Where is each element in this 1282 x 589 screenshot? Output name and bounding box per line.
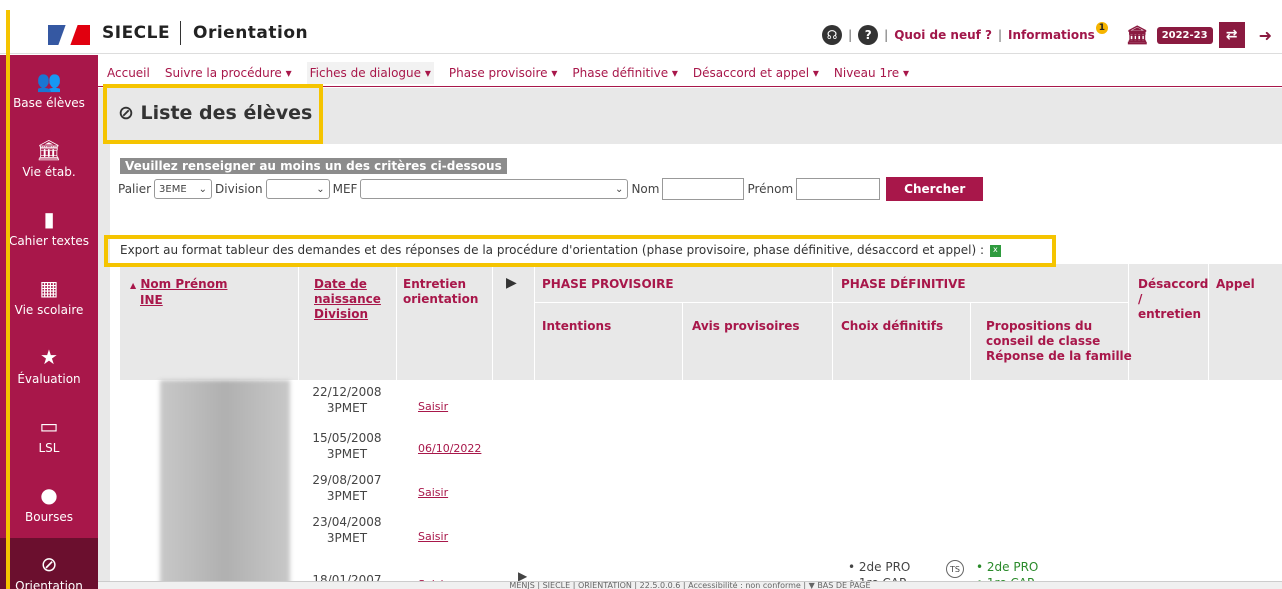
app-name: SIECLE — [102, 23, 171, 43]
sidebar: 👥 Base élèves 🏛 Vie étab. ▮ Cahier texte… — [0, 55, 98, 589]
sidebar-item-evaluation[interactable]: ★ Évaluation — [0, 331, 98, 400]
users-icon: 👥 — [36, 68, 62, 93]
institution-icon: 🏛 — [36, 137, 62, 162]
prenom-label: Prénom — [747, 182, 794, 196]
sidebar-item-orientation[interactable]: ⊘ Orientation — [0, 538, 98, 589]
header-phase-provisoire: PHASE PROVISOIRE — [542, 277, 674, 291]
entretien-link[interactable]: Saisir — [418, 486, 448, 499]
sort-nom-prenom[interactable]: ▲ Nom Prénom INE — [130, 277, 227, 308]
institution-icon[interactable]: 🏛 — [1126, 25, 1149, 46]
compass-icon: ⊘ — [40, 551, 58, 576]
ts-badge: TS — [946, 560, 964, 578]
sort-date-naissance[interactable]: Date de naissance Division — [314, 277, 381, 322]
entretien-link[interactable]: Saisir — [418, 400, 448, 413]
sidebar-item-base-eleves[interactable]: 👥 Base élèves — [0, 55, 98, 124]
chevron-down-icon: ⌄ — [615, 183, 624, 195]
palier-label: Palier — [118, 182, 152, 196]
table-row: 15/05/2008 3PMET — [312, 431, 382, 461]
help-icon[interactable]: ? — [858, 25, 879, 45]
logout-icon[interactable]: ➜ — [1259, 26, 1272, 45]
open-book-icon: ▭ — [39, 413, 59, 438]
nav-accueil[interactable]: Accueil — [107, 66, 150, 80]
calendar-icon: ▦ — [39, 275, 59, 300]
content-panel: Veuillez renseigner au moins un des crit… — [110, 144, 1282, 589]
nom-input[interactable] — [662, 178, 745, 200]
header-intentions: Intentions — [542, 319, 612, 333]
header-avis-provisoires: Avis provisoires — [692, 319, 800, 333]
entretien-link[interactable]: Saisir — [418, 530, 448, 543]
table-header: ▲ Nom Prénom INE Date de naissance Divis… — [120, 264, 1282, 380]
search-button[interactable]: Chercher — [886, 177, 984, 201]
table-body: 22/12/2008 3PMET Saisir 15/05/2008 3PMET… — [120, 380, 1282, 589]
header-phase-definitive: PHASE DÉFINITIVE — [841, 277, 966, 291]
main-content: ⊘ Liste des élèves Veuillez renseigner a… — [98, 88, 1282, 589]
main-nav: Accueil Suivre la procédure ▾ Fiches de … — [98, 60, 1282, 87]
mef-select[interactable]: ⌄ — [360, 179, 629, 199]
app-module: Orientation — [193, 23, 309, 43]
notification-badge: 1 — [1095, 22, 1108, 34]
division-label: Division — [215, 182, 263, 196]
criteria-legend: Veuillez renseigner au moins un des crit… — [120, 158, 507, 174]
top-right-toolbar: ☊ | ? | Quoi de neuf ? | Informations 1 … — [822, 22, 1282, 48]
informations-link[interactable]: Informations — [1008, 28, 1095, 42]
book-icon: ▮ — [43, 206, 55, 231]
sidebar-item-bourses[interactable]: ● Bourses — [0, 469, 98, 538]
table-row: 22/12/2008 3PMET — [312, 385, 382, 415]
nav-fiches-dialogue[interactable]: Fiches de dialogue ▾ — [306, 62, 434, 84]
blurred-names — [160, 380, 290, 589]
prenom-input[interactable] — [796, 178, 881, 200]
purse-icon: ● — [40, 482, 58, 507]
nav-phase-provisoire[interactable]: Phase provisoire ▾ — [449, 66, 558, 80]
palier-select[interactable]: 3EME ⌄ — [154, 179, 213, 199]
nom-label: Nom — [631, 182, 660, 196]
footer: MENJS | SIECLE | ORIENTATION | 22.5.0.0.… — [98, 581, 1282, 589]
header-propositions: Propositions du conseil de classe Répons… — [986, 319, 1132, 363]
search-criteria: Palier 3EME ⌄ Division ⌄ MEF ⌄ Nom Prénom… — [118, 177, 984, 201]
whats-new-link[interactable]: Quoi de neuf ? — [894, 28, 992, 42]
nav-niveau-1re[interactable]: Niveau 1re ▾ — [834, 66, 909, 80]
entretien-link[interactable]: 06/10/2022 — [418, 442, 481, 455]
marianne-logo — [48, 25, 90, 45]
proposition-item: • 2de PRO — [976, 560, 1039, 574]
star-icon: ★ — [40, 344, 58, 369]
header-entretien: Entretien orientation — [403, 277, 479, 306]
sidebar-item-vie-scolaire[interactable]: ▦ Vie scolaire — [0, 262, 98, 331]
chevron-down-icon: ⌄ — [316, 183, 325, 195]
header-choix-definitifs: Choix définitifs — [841, 319, 944, 333]
expand-triangle-icon[interactable]: ▶ — [506, 276, 517, 291]
header-desaccord: Désaccord / entretien — [1138, 277, 1209, 321]
sidebar-item-cahier-textes[interactable]: ▮ Cahier textes — [0, 193, 98, 262]
nav-suivre-procedure[interactable]: Suivre la procédure ▾ — [165, 66, 292, 80]
headset-icon[interactable]: ☊ — [822, 25, 843, 45]
sidebar-item-lsl[interactable]: ▭ LSL — [0, 400, 98, 469]
school-year-badge[interactable]: 2022-23 — [1156, 26, 1213, 44]
top-header: SIECLE Orientation ☊ | ? | Quoi de neuf … — [0, 0, 1282, 54]
header-appel: Appel — [1216, 277, 1255, 291]
table-row: 29/08/2007 3PMET — [312, 473, 382, 503]
mef-label: MEF — [332, 182, 358, 196]
highlight-title-box — [103, 84, 323, 144]
highlight-bar — [6, 10, 10, 589]
choix-item: • 2de PRO — [848, 560, 911, 574]
nav-desaccord-appel[interactable]: Désaccord et appel ▾ — [693, 66, 819, 80]
highlight-export-box — [104, 235, 1056, 267]
chevron-down-icon: ⌄ — [198, 183, 208, 195]
sidebar-item-vie-etab[interactable]: 🏛 Vie étab. — [0, 124, 98, 193]
nav-phase-definitive[interactable]: Phase définitive ▾ — [572, 66, 678, 80]
division-select[interactable]: ⌄ — [265, 179, 330, 199]
switch-icon[interactable]: ⇄ — [1218, 22, 1245, 48]
table-row: 23/04/2008 3PMET — [312, 515, 382, 545]
